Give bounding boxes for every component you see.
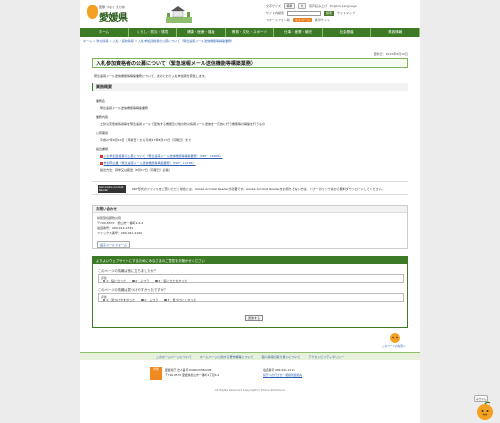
pdf-link-1[interactable]: 入札参加資格者の公募について（緊急速報メール送信機能等構築業務）（PDF：189… (100, 154, 223, 158)
q1-option-2[interactable]: 2：ふつう (132, 279, 149, 283)
footer-info: 県章 愛媛県庁 法人番号1000020380008 〒790-8570 愛媛県松… (150, 366, 350, 382)
survey-question-2: このページの情報は見つけやすかったですか？ (98, 288, 168, 292)
site-logo[interactable]: 愛顔 つなぐ えひめ 愛媛県 (87, 3, 157, 27)
q2-option-3-label: 3：見つけにくかった (167, 298, 197, 302)
gnav-government[interactable]: 県政情報 (371, 28, 421, 37)
survey-heading: よりよいウェブサイトにするためにみなさまのご意見をお聞かせください (93, 257, 407, 264)
survey-eval-1: 評価 1：役に立った 2：ふつう 3：役に立たなかった (98, 274, 404, 283)
page: 愛顔 つなぐ えひめ 愛媛県 文字サイズ 標準 大 音声読み上げ English… (80, 0, 421, 423)
contact-address: 〒790-8570 松山市一番町4-4-2 (97, 221, 144, 225)
overview-value-name: 緊急速報メール送信機能等構築業務 (100, 106, 149, 110)
pdf-link-2[interactable]: 参加申込書（緊急速報メール送信機能等構築業務）（PDF：127KB） (100, 161, 196, 165)
overview-note: 提出方法：持参又は郵送（8月17日（月曜日）必着） (100, 168, 172, 172)
smartphone-link[interactable]: スマートフォン版 (266, 18, 290, 22)
pdf-icon (100, 161, 103, 165)
contact-dept: 県民環境部防災局 (97, 216, 122, 220)
gnav-health[interactable]: 健康・医療・福祉 (177, 28, 226, 37)
acrobat-reader-text: PDF形式のファイルをご覧いただく場合には、Adobe Acrobat Read… (132, 187, 385, 191)
footer-link-copyright[interactable]: ホームページに関する著作権等について (200, 355, 254, 359)
q1-option-3[interactable]: 3：役に立たなかった (155, 279, 187, 283)
font-size-label: 文字サイズ (266, 4, 281, 8)
mypage-button[interactable]: マイページ (292, 18, 312, 22)
contact-box: お問い合わせ 県民環境部防災局 〒790-8570 松山市一番町4-4-2 電話… (92, 205, 408, 249)
updated-date: 更新日：2015年8月10日 (373, 52, 408, 56)
survey-submit-button[interactable]: 送信する (245, 315, 263, 321)
contact-heading: お問い合わせ (93, 206, 407, 213)
contact-phone: 電話番号：089-912-2335 (97, 226, 134, 230)
contact-fax: ファックス番号：089-941-2160 (97, 231, 143, 235)
header: 愛顔 つなぐ えひめ 愛媛県 文字サイズ 標準 大 音声読み上げ English… (80, 0, 420, 28)
font-size-large-button[interactable]: 大 (297, 3, 306, 9)
overview-heading: 業務概要 (92, 83, 408, 91)
castle-illustration-icon (166, 6, 192, 23)
page-title: 入札参加資格者の公募について（緊急速報メール送信機能等構築業務） (92, 58, 408, 68)
footer-access-link[interactable]: 県庁への行き方・組織別連絡先 (263, 373, 302, 377)
q2-option-2[interactable]: 2：ふつう (141, 298, 158, 302)
mascot-crest-icon (87, 5, 98, 19)
footer-address: 〒790-8570 愛媛県松山市一番町4丁目4-2 (165, 373, 220, 377)
gnav-infrastructure[interactable]: 社会基盤 (323, 28, 372, 37)
survey-question-1: このページの情報は役に立ちましたか？ (98, 269, 158, 273)
sitemap-link[interactable]: サイトマップ (337, 11, 355, 15)
logo-name: 愛媛県 (99, 13, 128, 24)
email-form-button[interactable]: 電子メールフォーム (97, 241, 130, 248)
global-nav: ホーム くらし・防災・環境 健康・医療・福祉 教育・文化・スポーツ 仕事・産業・… (80, 28, 421, 37)
page-top-link[interactable]: このページの先頭へ (382, 332, 408, 350)
q1-option-2-label: 2：ふつう (135, 279, 150, 283)
speech-link[interactable]: 音声読み上げ (309, 4, 327, 8)
search-input[interactable] (287, 10, 322, 16)
survey-eval-2: 評価 1：見つけやすかった 2：ふつう 3：見つけにくかった (98, 293, 404, 302)
site-search-label: サイト内検索 (266, 11, 285, 15)
pdf-icon (100, 154, 103, 158)
overview-label-docs: 提出書類 (96, 147, 109, 151)
gnav-education[interactable]: 教育・文化・スポーツ (226, 28, 275, 37)
q1-option-1[interactable]: 1：役に立った (103, 279, 126, 283)
overview-value-period: 平成27年8月10日（月曜日）から平成27年8月17日（月曜日）まで (100, 138, 192, 142)
mobile-site-link[interactable]: 携帯サイト (315, 18, 330, 22)
footer-link-about[interactable]: このホームページについて (156, 355, 192, 359)
lead-text: 緊急速報メール送信機能等構築業務について、次のとおり入札参加者を募集します。 (94, 74, 208, 78)
footer-phone: 電話番号 089-941-2111 (263, 368, 295, 372)
overview-label-content: 業務内容 (96, 115, 109, 119)
mascot-widget[interactable]: みきゃん (474, 395, 496, 421)
gnav-industry[interactable]: 仕事・産業・観光 (274, 28, 323, 37)
overview-label-name: 業務名 (96, 99, 106, 103)
header-tools: 文字サイズ 標準 大 音声読み上げ English Language サイト内検… (266, 3, 416, 24)
q2-option-2-label: 2：ふつう (144, 298, 159, 302)
q2-option-1[interactable]: 1：見つけやすかった (103, 298, 135, 302)
footer-link-accessibility[interactable]: アクセシビリティポリシー (308, 355, 344, 359)
page-top-text[interactable]: このページの先頭へ (382, 344, 405, 348)
page-title-text: 入札参加資格者の公募について（緊急速報メール送信機能等構築業務） (96, 60, 256, 67)
overview-value-content: 土砂災害警戒情報等を緊急速報メールで配信する機能及び他の防災情報メール送信を一元… (100, 122, 266, 126)
prefecture-seal-icon: 県章 (150, 367, 162, 380)
footer-links: このホームページについて ホームページに関する著作権等について 個人情報の取り扱… (80, 352, 420, 360)
pdf-link-2-text[interactable]: 参加申込書（緊急速報メール送信機能等構築業務）（PDF：127KB） (104, 161, 196, 165)
mascot-pagetop-icon (390, 333, 400, 343)
gnav-home[interactable]: ホーム (80, 28, 129, 37)
copyright: All Rights Reserved Copyright(c) Ehime P… (214, 388, 286, 392)
mikyan-mascot-icon (477, 401, 493, 420)
search-button[interactable]: 検索 (324, 10, 335, 16)
breadcrumb[interactable]: ホーム > 防災情報 > 入札・契約情報 > 入札参加資格者の公募について（緊急… (83, 39, 234, 43)
get-acrobat-reader-banner[interactable]: Get Adobe Acrobat Reader (98, 185, 126, 193)
q1-option-1-label: 1：役に立った (106, 279, 127, 283)
acrobat-reader-box: Get Adobe Acrobat Reader PDF形式のファイルをご覧いた… (92, 181, 408, 195)
footer-link-privacy[interactable]: 個人情報の取り扱いについて (261, 355, 300, 359)
footer-office: 愛媛県庁 法人番号1000020380008 (165, 368, 212, 372)
survey-box: よりよいウェブサイトにするためにみなさまのご意見をお聞かせください このページの… (92, 256, 408, 328)
gnav-life[interactable]: くらし・防災・環境 (129, 28, 178, 37)
overview-label-period: 公募期間 (96, 131, 109, 135)
q2-option-3[interactable]: 3：見つけにくかった (164, 298, 196, 302)
pdf-link-1-text[interactable]: 入札参加資格者の公募について（緊急速報メール送信機能等構築業務）（PDF：189… (104, 154, 223, 158)
english-link[interactable]: English Language (330, 4, 357, 8)
q2-option-1-label: 1：見つけやすかった (106, 298, 136, 302)
font-size-standard-button[interactable]: 標準 (283, 3, 295, 9)
q1-option-3-label: 3：役に立たなかった (158, 279, 188, 283)
